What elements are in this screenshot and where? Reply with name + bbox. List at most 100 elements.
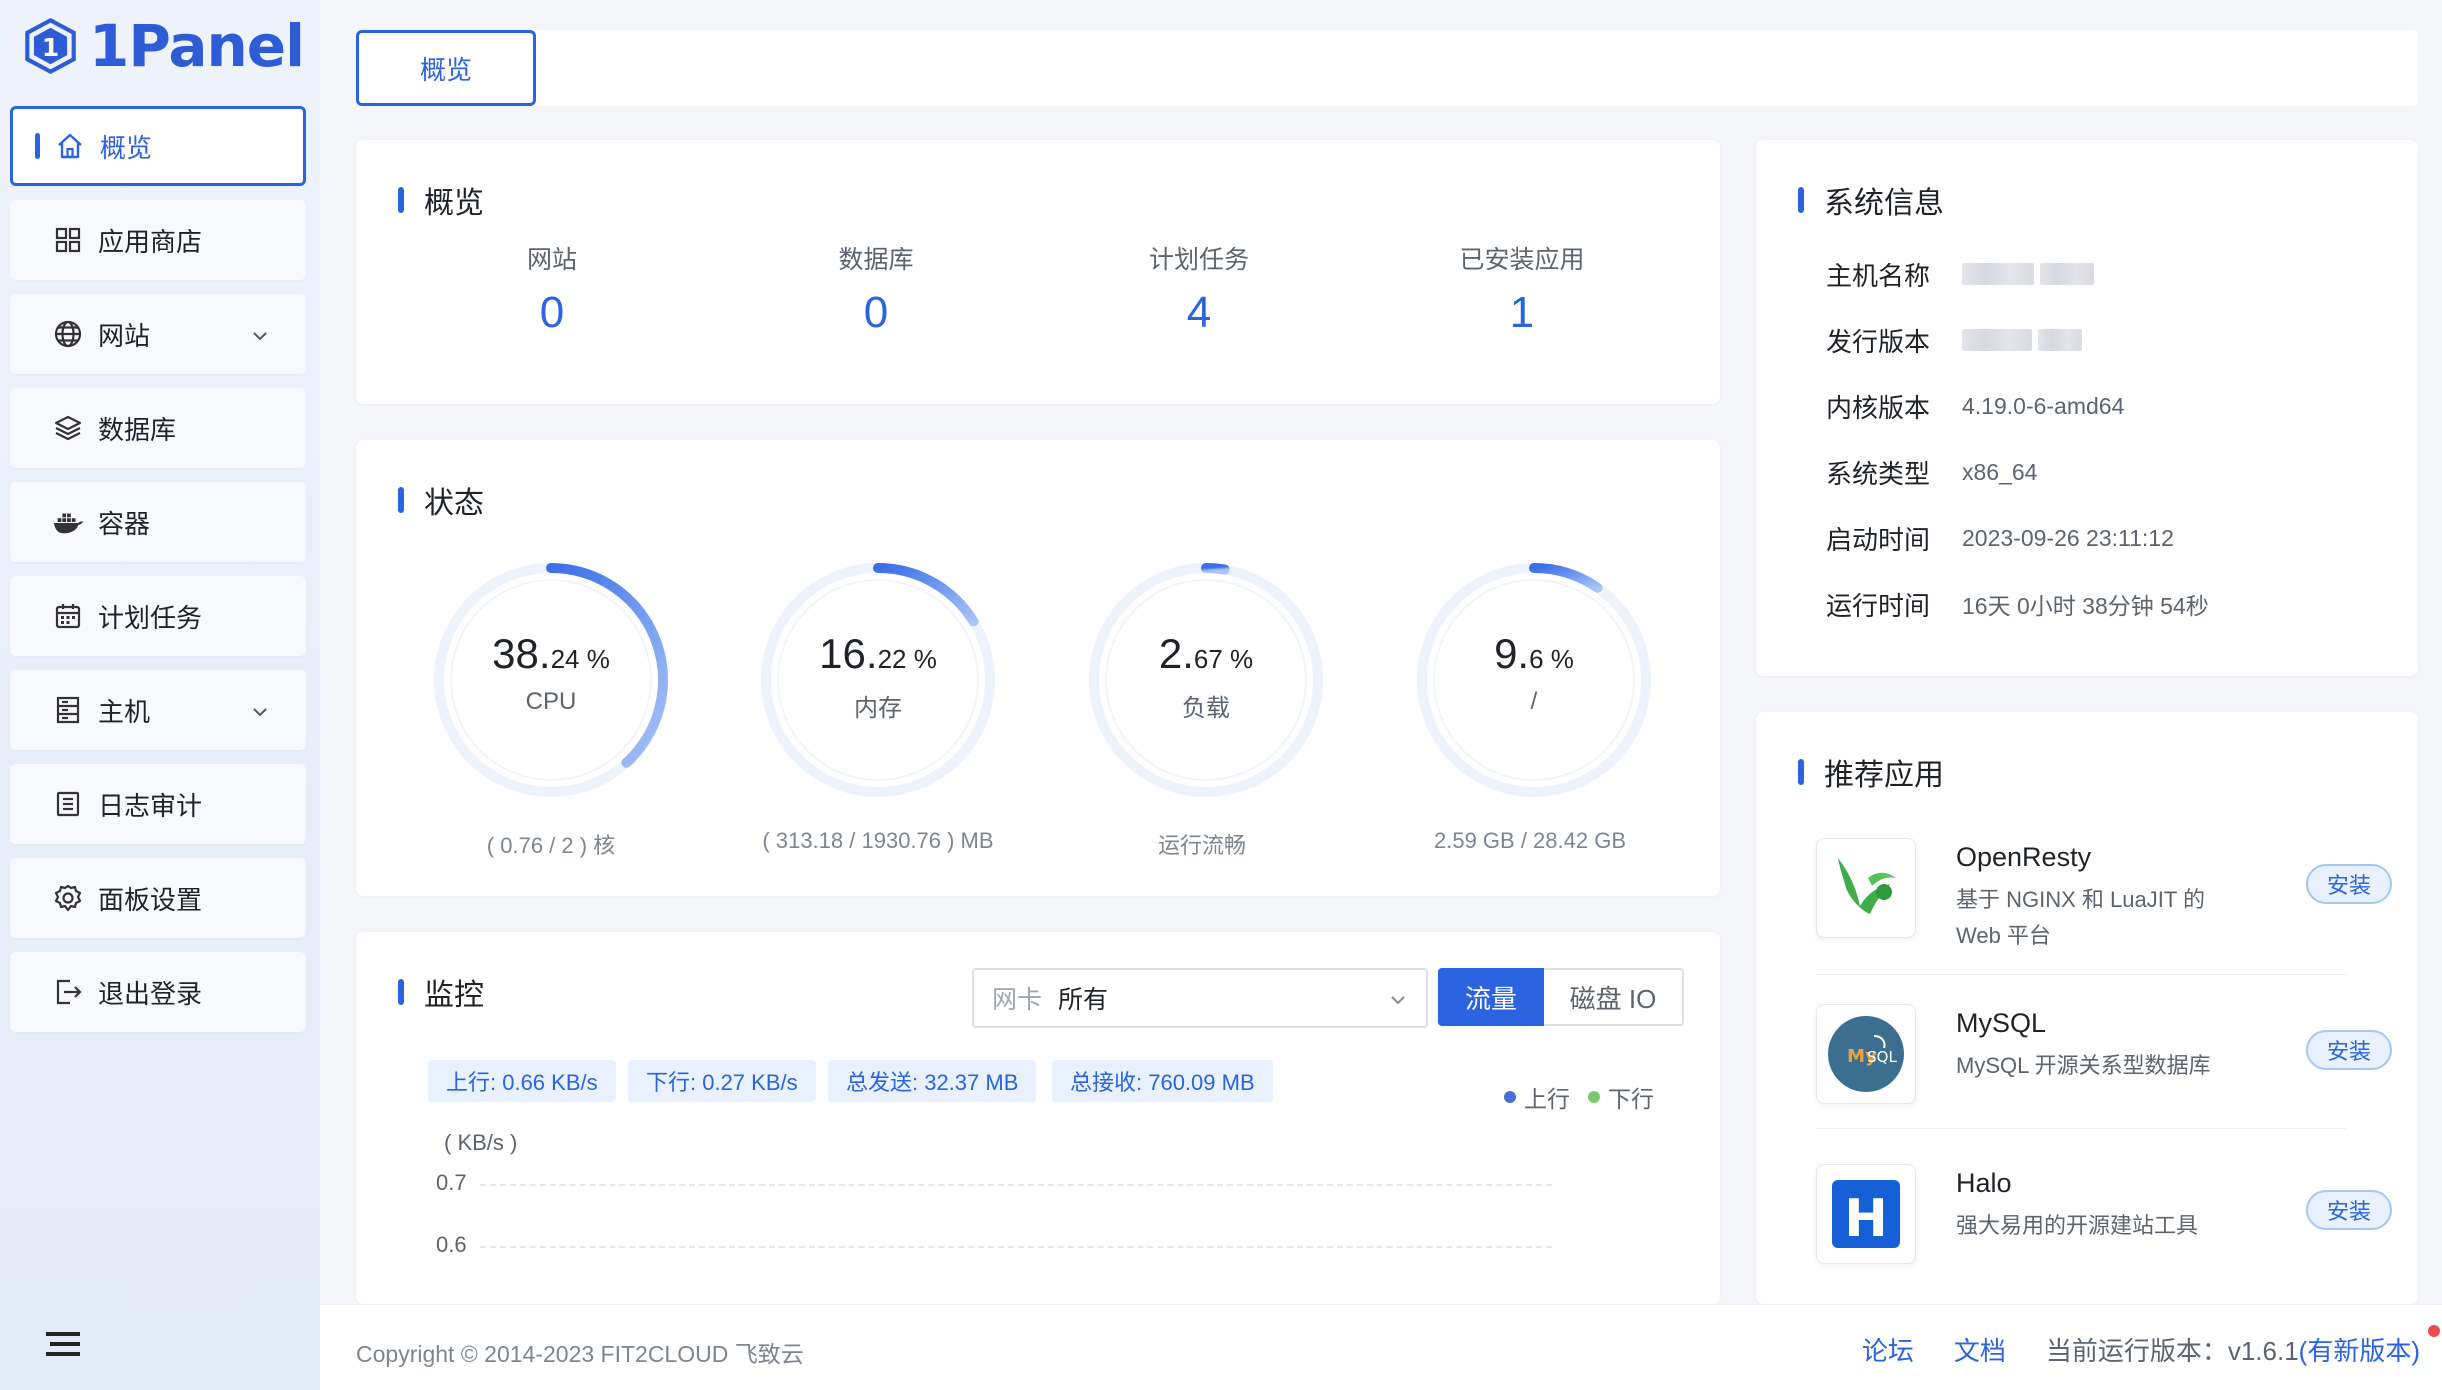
redacted-value: [2040, 263, 2094, 285]
redacted-value: [1962, 329, 2032, 351]
app-openresty: OpenResty 基于 NGINX 和 LuaJIT 的 Web 平台 安装: [1816, 838, 2396, 978]
gauge-inner: [1105, 579, 1307, 781]
system-info-card: 系统信息 主机名称 发行版本 内核版本 4.19.0-6-amd64 系统类型 x8…: [1756, 140, 2418, 676]
gauge-memory[interactable]: 16.22 % 内存: [758, 560, 998, 800]
gauge-label: CPU: [525, 688, 577, 715]
docs-link[interactable]: 文档: [1954, 1331, 2006, 1368]
sidebar-item-app-store[interactable]: 应用商店: [10, 200, 306, 280]
sidebar-item-label: 退出登录: [98, 978, 203, 1009]
install-button[interactable]: 安装: [2306, 1190, 2392, 1230]
update-badge: [2428, 1325, 2440, 1337]
new-version-link[interactable]: (有新版本): [2299, 1336, 2420, 1366]
app-name: OpenResty: [1956, 842, 2092, 872]
gear-icon: [52, 882, 84, 914]
legend-dot-down: [1588, 1091, 1600, 1103]
1panel-logo-icon: 1: [25, 17, 76, 75]
traffic-button[interactable]: 流量: [1438, 968, 1544, 1026]
chevron-down-icon: [1388, 988, 1408, 1017]
sidebar-item-database[interactable]: 数据库: [10, 388, 306, 468]
stat-label: 计划任务: [1148, 246, 1249, 274]
stat-value: 0: [539, 288, 565, 337]
gauge-detail: 运行流畅: [1157, 833, 1246, 858]
gauge-label: /: [1530, 688, 1538, 715]
gauge-inner: [777, 579, 979, 781]
sidebar-item-container[interactable]: 容器: [10, 482, 306, 562]
gauge-disk[interactable]: 9.6 % /: [1414, 560, 1654, 800]
card-title: 系统信息: [1798, 178, 1944, 222]
sidebar-item-overview[interactable]: 概览: [10, 106, 306, 186]
stat-value: 1: [1509, 288, 1535, 337]
install-button[interactable]: 安装: [2306, 864, 2392, 904]
grid-line: [480, 1184, 1552, 1186]
app-name: MySQL: [1956, 1008, 2047, 1038]
stat-value: 0: [863, 288, 889, 337]
info-row-boot-time: 启动时间 2023-09-26 23:11:12: [1826, 524, 2174, 555]
svg-text:SQL: SQL: [1867, 1048, 1897, 1066]
sidebar-item-label: 概览: [100, 132, 153, 163]
overview-card: 概览 网站 0 数据库 0 计划任务 4 已安装应用 1: [356, 140, 1720, 404]
collapse-menu-icon[interactable]: [46, 1330, 80, 1363]
tab-overview[interactable]: 概览: [356, 30, 536, 106]
info-row-kernel: 内核版本 4.19.0-6-amd64: [1826, 392, 2125, 423]
stat-label: 数据库: [838, 246, 914, 274]
nic-select-label: 网卡: [992, 986, 1043, 1014]
stat-website[interactable]: 网站 0: [392, 240, 712, 338]
card-title: 概览: [398, 178, 484, 222]
sidebar-item-label: 应用商店: [98, 226, 203, 257]
app-description: MySQL 开源关系型数据库: [1956, 1053, 2211, 1078]
home-icon: [54, 130, 86, 162]
status-card: 状态 38.24 % CPU ( 0.76 / 2 ) 核 16.22 % 内存 (…: [356, 440, 1720, 896]
calendar-icon: [52, 600, 84, 632]
gauge-label: 负载: [1182, 695, 1230, 722]
chevron-down-icon: [250, 698, 270, 729]
sidebar-item-label: 日志审计: [98, 790, 203, 821]
legend-down[interactable]: 下行: [1608, 1080, 1654, 1114]
stat-installed-apps[interactable]: 已安装应用 1: [1362, 240, 1682, 338]
total-sent-chip: 总发送: 32.37 MB: [828, 1060, 1037, 1102]
y-tick: 0.6: [436, 1232, 467, 1257]
copyright: Copyright © 2014-2023 FIT2CLOUD 飞致云: [356, 1341, 804, 1367]
stat-label: 已安装应用: [1459, 246, 1585, 274]
gauge-label: 内存: [854, 695, 902, 722]
stat-database[interactable]: 数据库 0: [716, 240, 1036, 338]
info-row-release: 发行版本: [1826, 320, 2346, 360]
info-row-arch: 系统类型 x86_64: [1826, 458, 2038, 489]
version-text: 当前运行版本：v1.6.1: [2045, 1336, 2299, 1366]
sidebar-item-label: 计划任务: [98, 602, 203, 633]
upload-rate-chip: 上行: 0.66 KB/s: [428, 1060, 616, 1102]
recommended-apps-card: 推荐应用 OpenResty 基于 NGINX 和 LuaJIT 的 Web 平…: [1756, 712, 2418, 1304]
svg-text:1: 1: [42, 33, 59, 62]
sidebar-item-logout[interactable]: 退出登录: [10, 952, 306, 1032]
stat-cronjob[interactable]: 计划任务 4: [1039, 240, 1359, 338]
app-name: Halo: [1956, 1168, 2012, 1198]
sidebar-item-website[interactable]: 网站: [10, 294, 306, 374]
forum-link[interactable]: 论坛: [1862, 1331, 1914, 1368]
gauge-load[interactable]: 2.67 % 负载: [1086, 560, 1326, 800]
disk-io-button[interactable]: 磁盘 IO: [1544, 968, 1684, 1026]
legend-dot-up: [1504, 1091, 1516, 1103]
openresty-icon: [1816, 838, 1916, 938]
sidebar-item-settings[interactable]: 面板设置: [10, 858, 306, 938]
sidebar-item-host[interactable]: 主机: [10, 670, 306, 750]
log-icon: [52, 788, 84, 820]
app-mysql: My SQL MySQL MySQL 开源关系型数据库 安装: [1816, 1004, 2396, 1144]
sidebar-item-label: 主机: [98, 696, 151, 727]
app-logo[interactable]: 1 1Panel: [24, 8, 305, 84]
sidebar: 1 1Panel 概览 应用商店 网站 数据库 容器 计划任务 主机 日志审计 …: [0, 0, 320, 1390]
sidebar-item-label: 面板设置: [98, 884, 203, 915]
svg-text:H: H: [1844, 1189, 1888, 1249]
y-tick: 0.7: [436, 1170, 467, 1195]
install-button[interactable]: 安装: [2306, 1030, 2392, 1070]
sidebar-item-cronjob[interactable]: 计划任务: [10, 576, 306, 656]
gauge-detail: ( 0.76 / 2 ) 核: [486, 833, 616, 858]
gauge-inner: [1433, 579, 1635, 781]
legend-up[interactable]: 上行: [1524, 1080, 1570, 1114]
info-row-uptime: 运行时间 16天 0小时 38分钟 54秒: [1826, 590, 2209, 621]
sidebar-item-label: 数据库: [98, 414, 177, 445]
gauge-cpu[interactable]: 38.24 % CPU: [431, 560, 671, 800]
chart-legend: 上行 下行: [1504, 1080, 1654, 1114]
chart-unit: ( KB/s ): [444, 1130, 518, 1155]
nic-select[interactable]: 网卡 所有: [972, 968, 1428, 1028]
mysql-icon: My SQL: [1816, 1004, 1916, 1104]
sidebar-item-log-audit[interactable]: 日志审计: [10, 764, 306, 844]
